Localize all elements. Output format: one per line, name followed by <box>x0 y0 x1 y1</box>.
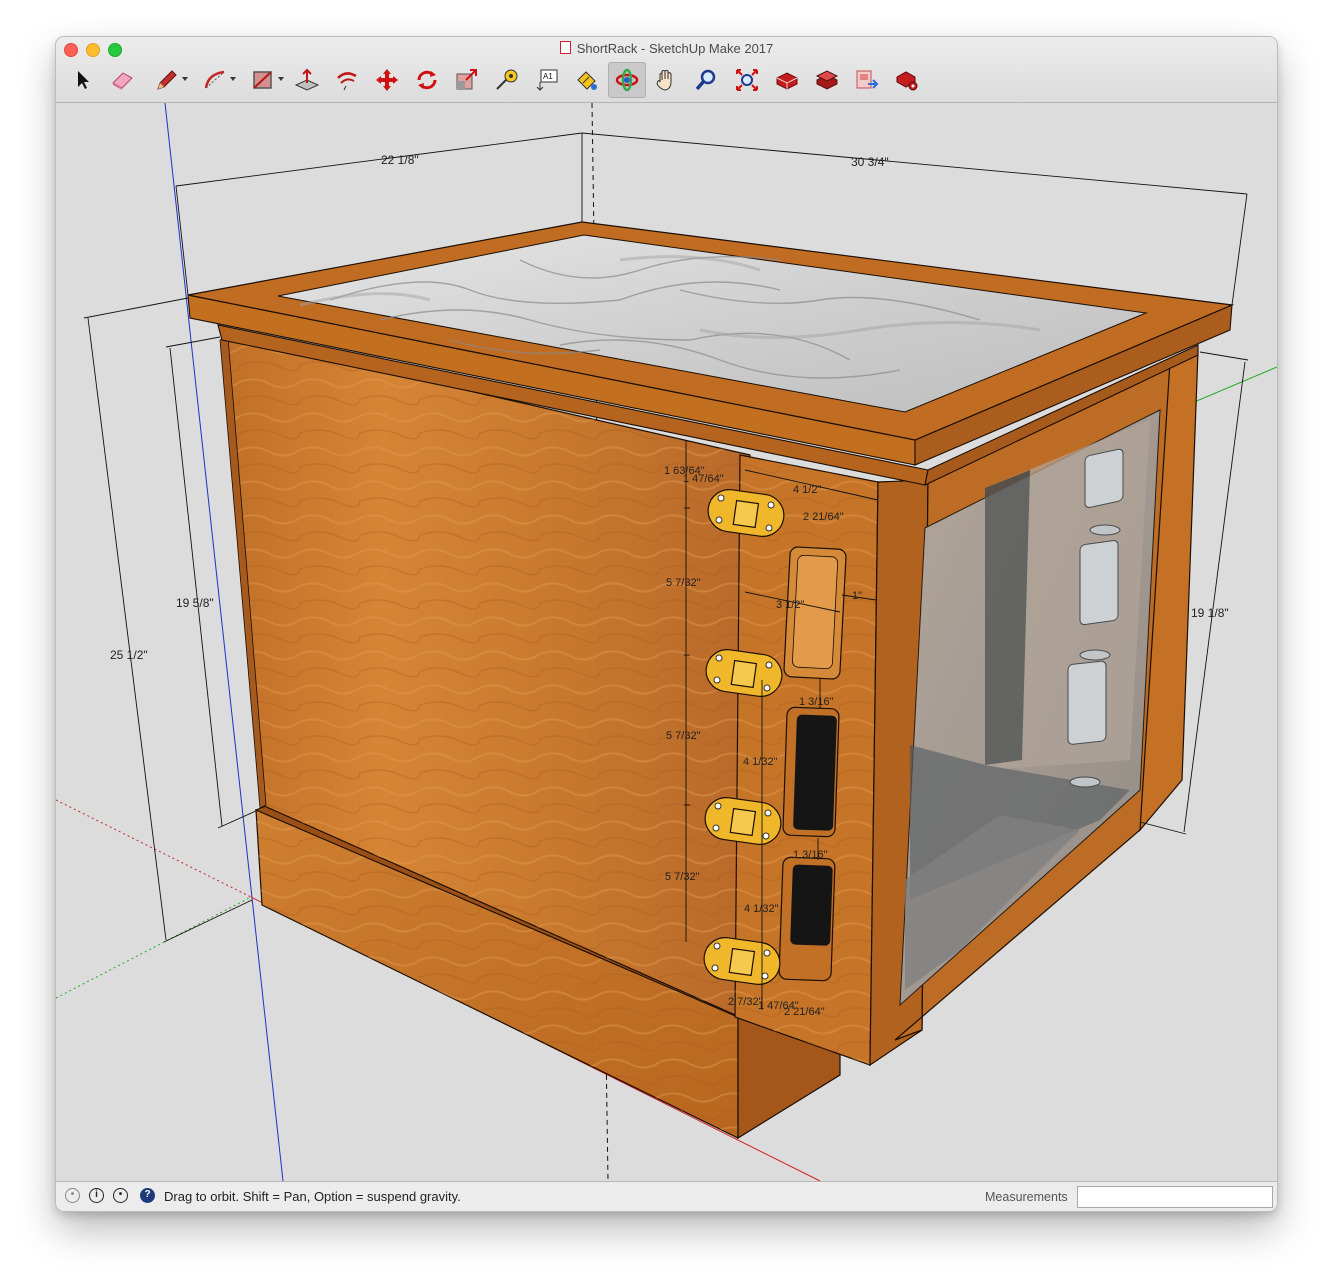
main-toolbar: A1 <box>64 61 928 99</box>
3d-warehouse-icon <box>776 72 798 90</box>
dim-vent-height-1: 4 1/32" <box>743 756 778 768</box>
move-tool[interactable] <box>368 62 406 98</box>
document-icon <box>559 41 571 54</box>
dim-hinge-top-inner: 1 47/64" <box>683 473 724 485</box>
sketchup-window: ShortRack - SketchUp Make 2017 A1 22 1/8… <box>56 37 1277 1211</box>
dim-vent-margin: 1" <box>852 590 862 602</box>
model-viewport[interactable]: 22 1/8" 30 3/4" 25 1/2" 19 5/8" 19 1/8" … <box>56 103 1277 1181</box>
instructor-help-icon[interactable]: ? <box>140 1188 155 1203</box>
arrow-cursor-icon <box>78 71 89 89</box>
eraser-tool[interactable] <box>104 62 142 98</box>
magnifier-icon <box>695 69 716 91</box>
vent-slot-1-inner <box>792 554 839 670</box>
dim-vent-bottom-offset: 2 21/64" <box>784 1006 825 1018</box>
scale-tool[interactable] <box>448 62 486 98</box>
extension-manager-icon <box>896 71 918 91</box>
text-label-icon: A1 <box>536 69 558 91</box>
measurements-label: Measurements <box>985 1190 1068 1204</box>
send-to-layout-tool[interactable] <box>848 62 886 98</box>
arc-icon <box>204 70 225 89</box>
extension-warehouse-tool[interactable] <box>808 62 846 98</box>
model-canvas: 22 1/8" 30 3/4" 25 1/2" 19 5/8" 19 1/8" … <box>56 103 1277 1181</box>
dim-hinge-plate-width: 4 1/2" <box>793 484 821 496</box>
zoom-tool[interactable] <box>688 62 726 98</box>
dim-hinge-spacing-1: 5 7/32" <box>666 577 701 589</box>
tape-measure-icon <box>496 69 518 90</box>
arc-tool[interactable] <box>192 62 238 98</box>
status-hint-text: Drag to orbit. Shift = Pan, Option = sus… <box>164 1189 461 1204</box>
chevron-down-icon <box>230 77 236 81</box>
warehouse-tool[interactable] <box>768 62 806 98</box>
credits-info-icon[interactable]: i <box>89 1188 104 1203</box>
dim-vent-gap-2: 1 3/16" <box>793 849 828 861</box>
dim-hinge-spacing-3: 5 7/32" <box>665 871 700 883</box>
window-title: ShortRack - SketchUp Make 2017 <box>56 41 1277 56</box>
offset-tool[interactable] <box>328 62 366 98</box>
eraser-icon <box>112 72 133 90</box>
extension-warehouse-icon <box>815 70 839 90</box>
zoom-extents-tool[interactable] <box>728 62 766 98</box>
tape-measure-tool[interactable] <box>488 62 526 98</box>
chevron-down-icon <box>278 77 284 81</box>
dim-top-left-width: 22 1/8" <box>381 153 419 167</box>
rotate-tool[interactable] <box>408 62 446 98</box>
text-tool-glyph: A1 <box>543 72 553 81</box>
pan-tool[interactable] <box>648 62 686 98</box>
text-tool[interactable]: A1 <box>528 62 566 98</box>
dim-vent-width: 3 1/2" <box>776 599 804 611</box>
send-to-layout-icon <box>856 70 879 89</box>
dim-door-height: 19 1/8" <box>1191 606 1229 620</box>
orbit-icon <box>615 68 639 92</box>
rectangle-tool[interactable] <box>240 62 286 98</box>
paint-bucket-icon <box>577 71 597 90</box>
status-bar: • i • ? Drag to orbit. Shift = Pan, Opti… <box>56 1181 1277 1211</box>
extension-manager-tool[interactable] <box>888 62 926 98</box>
dim-hinge-spacing-2: 5 7/32" <box>666 730 701 742</box>
vent-slot-3-hole <box>790 864 833 946</box>
dim-side-panel-height: 19 5/8" <box>176 596 214 610</box>
title-bar: ShortRack - SketchUp Make 2017 A1 <box>56 37 1277 103</box>
move-arrows-icon <box>376 69 398 91</box>
rotate-icon <box>417 70 437 90</box>
select-tool[interactable] <box>64 62 102 98</box>
user-account-icon[interactable]: • <box>113 1188 128 1203</box>
dim-vent-height-2: 4 1/32" <box>744 903 779 915</box>
hand-icon <box>656 70 672 91</box>
push-pull-tool[interactable] <box>288 62 326 98</box>
paint-bucket-tool[interactable] <box>568 62 606 98</box>
dim-overall-height: 25 1/2" <box>110 648 148 662</box>
measurements-input[interactable] <box>1077 1186 1273 1208</box>
line-tool[interactable] <box>144 62 190 98</box>
orbit-tool[interactable] <box>608 62 646 98</box>
dim-top-right-depth: 30 3/4" <box>851 155 889 169</box>
offset-icon <box>337 72 357 91</box>
dim-vent-gap-1: 1 3/16" <box>799 696 834 708</box>
green-axis-dotted <box>56 896 252 999</box>
red-axis-dotted <box>56 799 252 898</box>
geo-location-icon[interactable]: • <box>65 1188 80 1203</box>
pencil-icon <box>157 70 177 90</box>
push-pull-icon <box>294 68 320 91</box>
rectangle-icon <box>253 71 272 89</box>
vent-slot-2-hole <box>793 714 837 831</box>
scale-icon <box>456 69 477 90</box>
zoom-extents-icon <box>736 69 758 91</box>
window-title-text: ShortRack - SketchUp Make 2017 <box>576 41 774 56</box>
dim-vent-edge-offset: 2 21/64" <box>803 511 844 523</box>
chevron-down-icon <box>182 77 188 81</box>
